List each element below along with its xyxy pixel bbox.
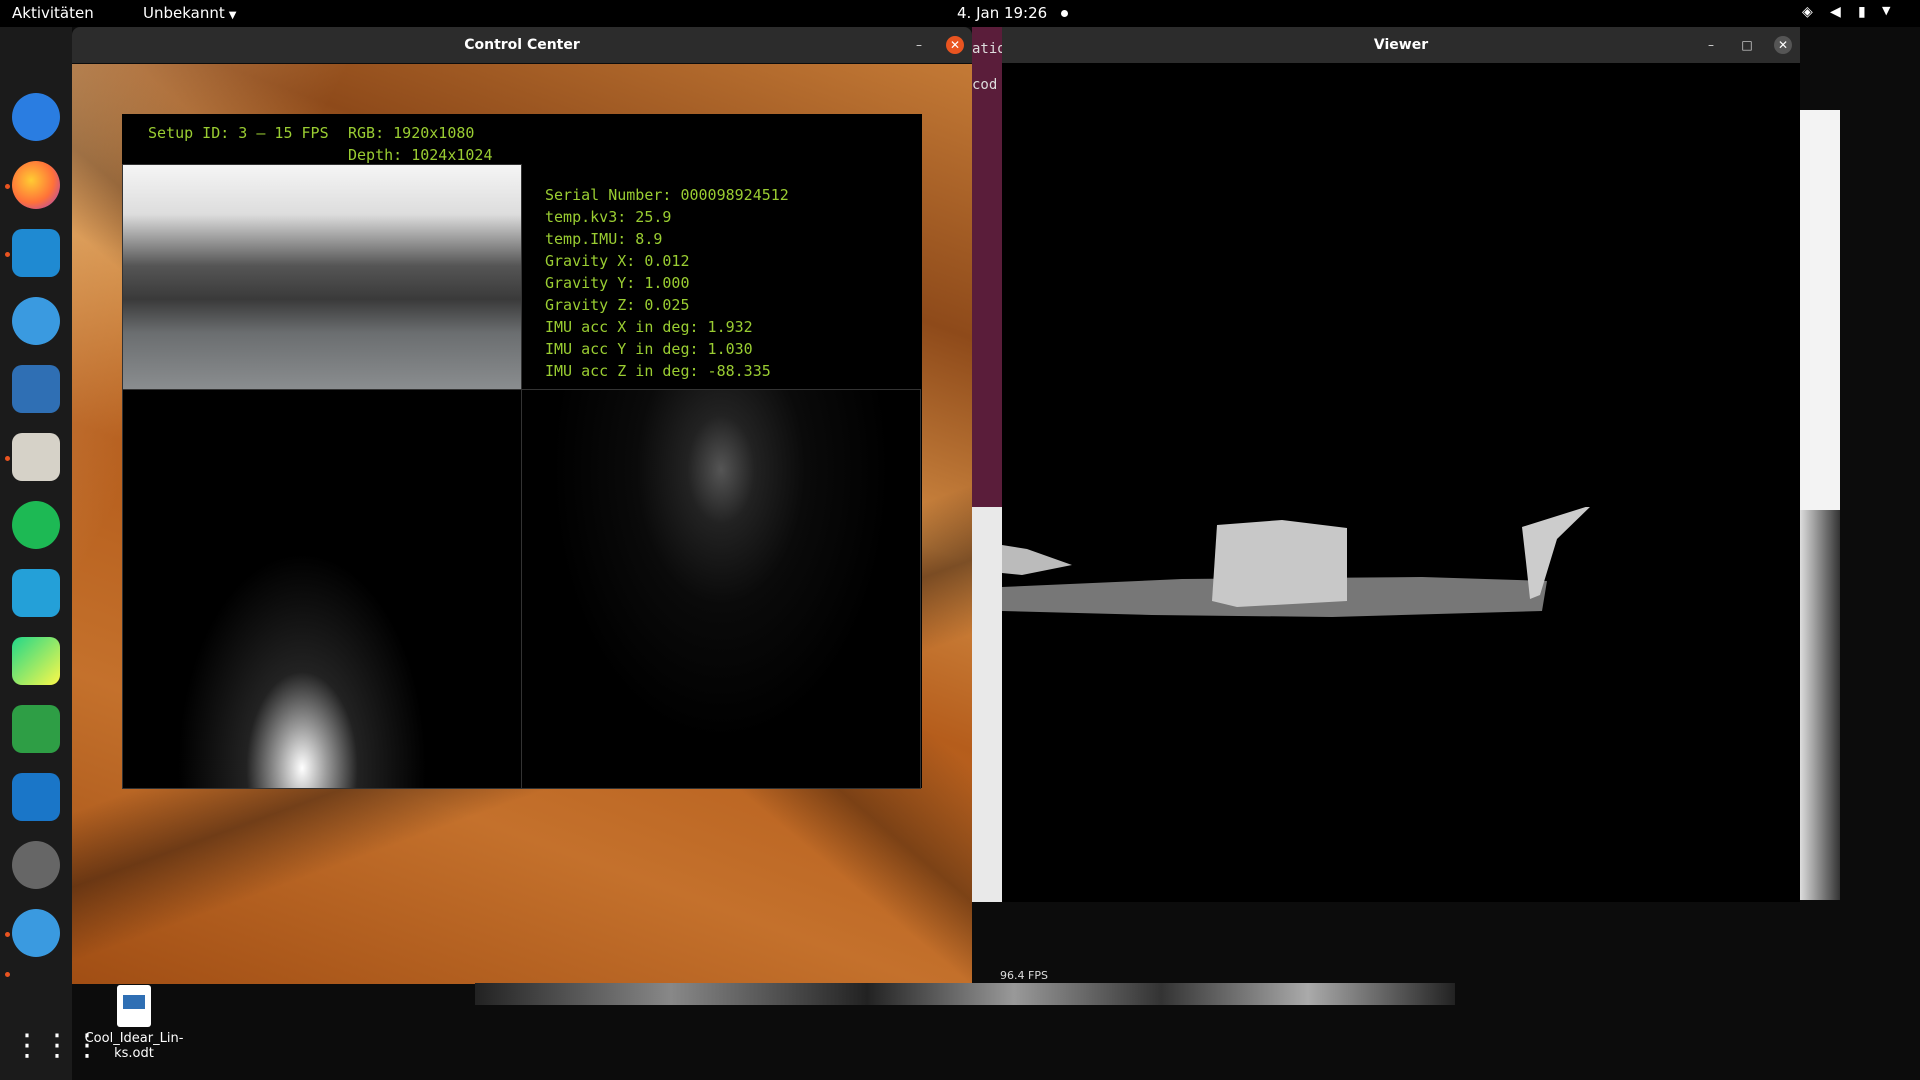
chevron-down-icon: ▼ [228, 10, 237, 21]
spotify-icon[interactable] [12, 501, 60, 549]
minimize-button[interactable]: – [910, 36, 928, 54]
calc-icon[interactable] [12, 705, 60, 753]
app-menu-label: Unbekannt [143, 4, 225, 22]
rgb-resolution: RGB: 1920x1080 [348, 124, 475, 142]
rgb-preview [122, 164, 522, 390]
depth-resolution: Depth: 1024x1024 [348, 146, 493, 164]
info-line: IMU acc Y in deg: 1.030 [545, 340, 753, 358]
info-line: Serial Number: 000098924512 [545, 186, 789, 204]
maximize-button[interactable]: □ [1738, 36, 1756, 54]
fps-readout: 96.4 FPS [1000, 969, 1048, 982]
close-button[interactable]: ✕ [946, 36, 964, 54]
info-line: Gravity X: 0.012 [545, 252, 690, 270]
running-indicator [5, 184, 10, 189]
battery-icon: ▮ [1858, 4, 1866, 20]
running-indicator [5, 972, 10, 977]
files-icon[interactable] [12, 433, 60, 481]
firefox-icon[interactable] [12, 161, 60, 209]
setup-label: Setup ID: 3 – 15 FPS [148, 124, 329, 142]
window-title: Control Center [464, 37, 580, 53]
clock[interactable]: 4. Jan 19:26 [957, 4, 1069, 22]
background-window-right-image [1800, 510, 1840, 900]
pycharm-icon[interactable] [12, 637, 60, 685]
info-line: temp.IMU: 8.9 [545, 230, 663, 248]
close-button[interactable]: ✕ [1774, 36, 1792, 54]
notification-dot-icon [1061, 10, 1069, 17]
chevron-down-icon: ▼ [1882, 4, 1891, 17]
right-object-mesh [1522, 507, 1590, 599]
activities-button[interactable]: Aktivitäten [12, 4, 94, 22]
viewer-window[interactable]: Viewer – □ ✕ [1002, 27, 1800, 902]
camera-panel: Setup ID: 3 – 15 FPS RGB: 1920x1080 Dept… [122, 114, 922, 789]
info-line: IMU acc Z in deg: -88.335 [545, 362, 771, 380]
remmina-icon[interactable] [12, 297, 60, 345]
grid-icon[interactable]: ⋮⋮⋮ [12, 1022, 102, 1070]
cube-mesh [1212, 520, 1347, 607]
steam-icon[interactable] [12, 841, 60, 889]
info-line: temp.kv3: 25.9 [545, 208, 672, 226]
document-icon [117, 985, 151, 1027]
left-object-mesh [1002, 545, 1072, 575]
running-indicator [5, 252, 10, 257]
info-line: Gravity Y: 1.000 [545, 274, 690, 292]
background-window-text: cod [972, 77, 998, 93]
control-center-window[interactable]: Control Center – ✕ Setup ID: 3 – 15 FPS … [72, 27, 972, 983]
background-image-strip [475, 983, 1455, 1005]
remmina-2-icon[interactable] [12, 909, 60, 957]
app-menu[interactable]: Unbekannt ▼ [143, 4, 236, 22]
volume-icon: ◀ [1830, 4, 1841, 20]
background-window-lower [972, 507, 1002, 902]
info-line: IMU acc X in deg: 1.932 [545, 318, 753, 336]
top-bar: Aktivitäten Unbekannt ▼ 4. Jan 19:26 ◈ ◀ … [0, 0, 1920, 27]
desktop-file[interactable]: Cool_Idear_Lin-ks.odt [78, 985, 190, 1061]
ir-preview [122, 389, 522, 789]
desktop-file-label: Cool_Idear_Lin-ks.odt [84, 1031, 184, 1061]
background-window[interactable] [972, 27, 1002, 507]
depth-preview [521, 389, 921, 789]
viewer-titlebar[interactable]: Viewer – □ ✕ [1002, 27, 1800, 63]
info-line: Gravity Z: 0.025 [545, 296, 690, 314]
writer-icon[interactable] [12, 365, 60, 413]
point-cloud-view[interactable] [1002, 507, 1602, 657]
wifi-icon: ◈ [1802, 4, 1813, 20]
minimize-button[interactable]: – [1702, 36, 1720, 54]
system-monitor-icon[interactable] [12, 773, 60, 821]
vscode-icon[interactable] [12, 229, 60, 277]
vscode-insiders-icon[interactable] [12, 569, 60, 617]
running-indicator [5, 456, 10, 461]
system-tray[interactable]: ◈ ◀ ▮ ▼ [1802, 4, 1920, 24]
clock-label: 4. Jan 19:26 [957, 4, 1048, 22]
control-center-titlebar[interactable]: Control Center – ✕ [72, 27, 972, 63]
running-indicator [5, 932, 10, 937]
dock: ⋮⋮⋮ [0, 27, 102, 1080]
window-title: Viewer [1373, 37, 1429, 53]
thunderbird-icon[interactable] [12, 93, 60, 141]
